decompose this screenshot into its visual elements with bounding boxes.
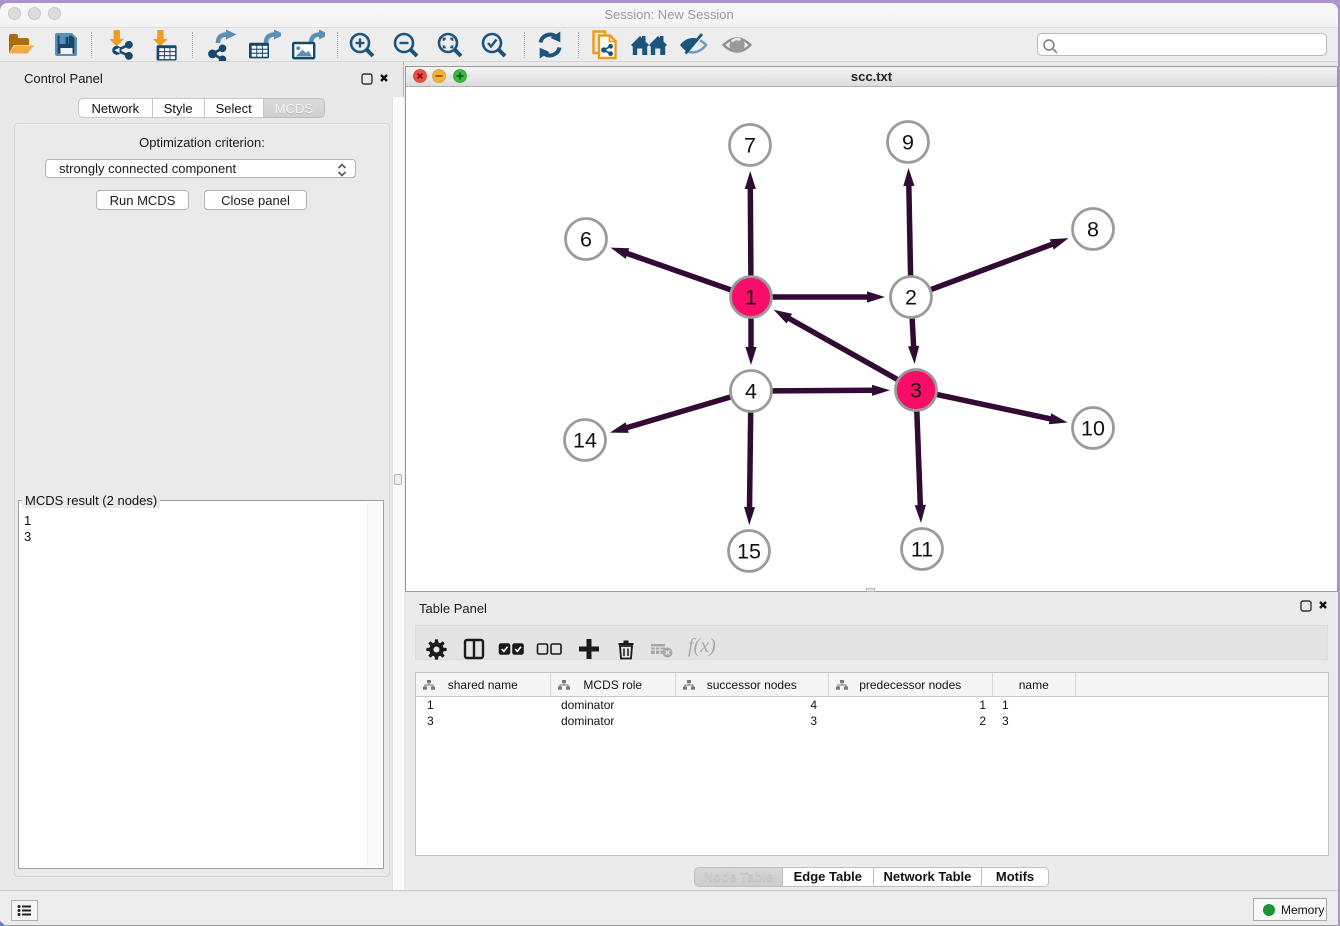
svg-text:2: 2 xyxy=(905,286,917,310)
svg-text:10: 10 xyxy=(1081,417,1105,441)
svg-text:9: 9 xyxy=(902,131,914,155)
svg-text:4: 4 xyxy=(745,380,757,404)
svg-text:6: 6 xyxy=(580,228,592,252)
svg-text:7: 7 xyxy=(744,134,756,158)
svg-text:15: 15 xyxy=(737,540,761,564)
svg-text:3: 3 xyxy=(910,379,922,403)
svg-text:1: 1 xyxy=(745,286,757,310)
svg-text:8: 8 xyxy=(1087,218,1099,242)
svg-text:14: 14 xyxy=(573,429,597,453)
svg-text:11: 11 xyxy=(911,538,933,562)
